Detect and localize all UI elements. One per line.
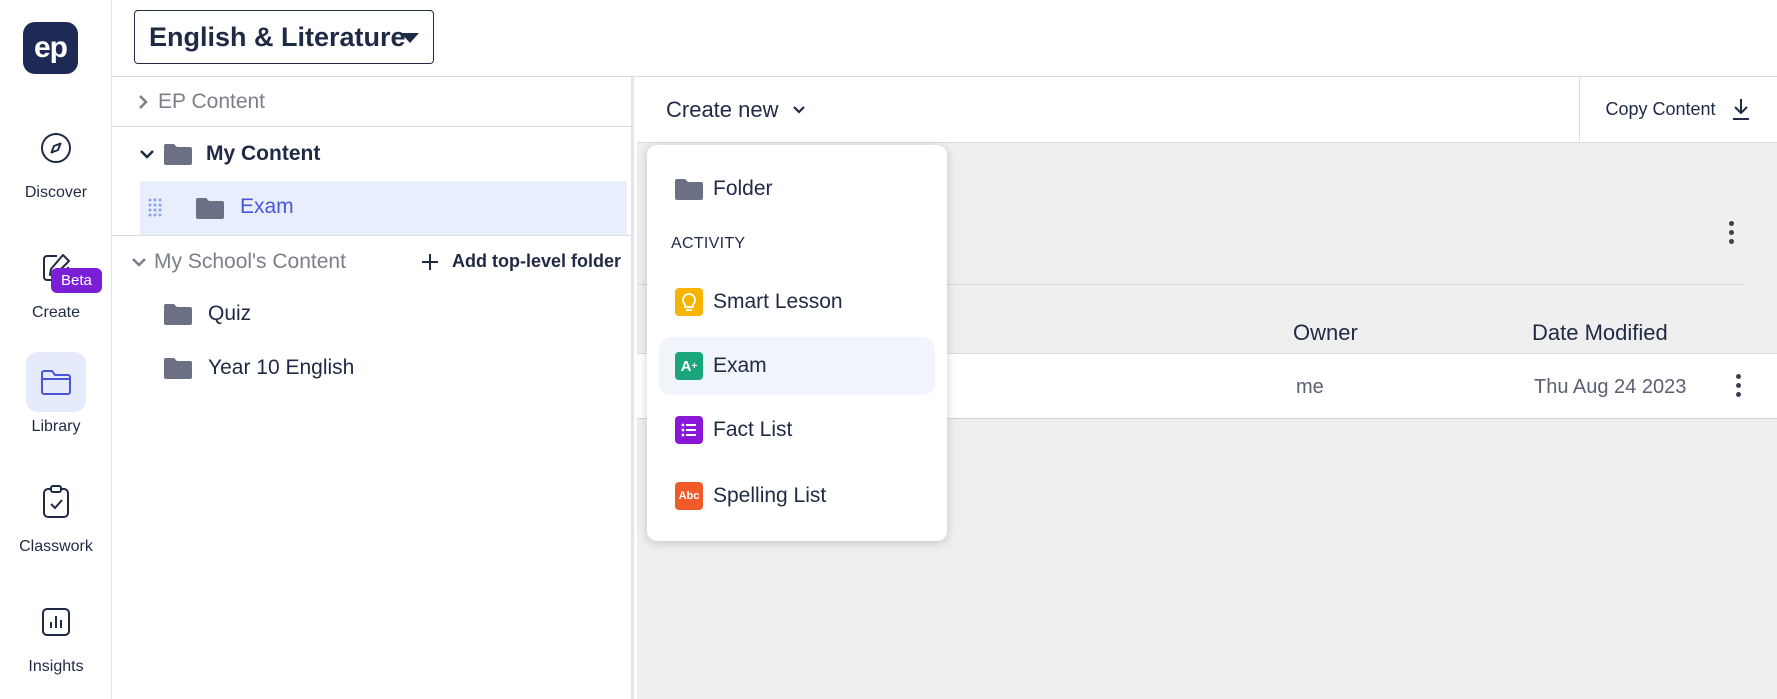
menu-item-fact-list[interactable]: Fact List <box>659 401 935 459</box>
create-new-button[interactable]: Create new <box>666 97 807 123</box>
nav-label-create: Create <box>31 304 81 321</box>
ep-logo[interactable]: ep <box>23 22 78 74</box>
nav-label-library: Library <box>31 418 81 435</box>
folder-icon <box>164 358 192 379</box>
tree-item-year-10-english[interactable]: Year 10 English <box>112 341 631 395</box>
abc-icon: Abc <box>675 482 703 510</box>
nav-item-insights[interactable]: Insights <box>0 592 112 676</box>
folder-icon <box>164 304 192 325</box>
tree-item-my-content[interactable]: My Content <box>112 127 631 181</box>
column-header-owner[interactable]: Owner <box>1293 320 1358 346</box>
tree-label: Year 10 English <box>208 356 355 379</box>
top-bar: English & Literature <box>112 0 1777 77</box>
tree-item-ep-content[interactable]: EP Content <box>112 77 631 127</box>
clipboard-icon <box>26 472 86 532</box>
subject-select[interactable]: English & Literature <box>134 10 434 64</box>
drag-handle-icon[interactable] <box>148 198 162 218</box>
folder-icon <box>26 352 86 412</box>
menu-item-spelling-list[interactable]: Abc Spelling List <box>659 467 935 525</box>
exam-grade-icon: A + <box>675 352 703 380</box>
menu-item-label: Exam <box>713 354 767 377</box>
nav-item-library[interactable]: Library <box>0 352 112 436</box>
menu-item-label: Fact List <box>713 418 793 441</box>
side-navigation: ep Discover Create Beta Library Classwor… <box>0 0 112 699</box>
beta-badge: Beta <box>51 268 102 293</box>
compass-icon <box>26 118 86 178</box>
nav-label-discover: Discover <box>24 184 88 201</box>
lightbulb-icon <box>675 288 703 316</box>
row-owner: me <box>1296 376 1324 398</box>
add-top-level-folder-button[interactable]: Add top-level folder <box>420 251 621 272</box>
create-new-label: Create new <box>666 97 779 122</box>
row-date-modified: Thu Aug 24 2023 <box>1534 376 1687 398</box>
plus-icon <box>421 253 438 270</box>
tree-item-exam[interactable]: Exam <box>140 181 627 235</box>
download-icon <box>1732 99 1749 120</box>
chevron-down-icon <box>132 257 146 267</box>
caret-down-icon <box>401 33 419 43</box>
tree-label: EP Content <box>158 89 266 113</box>
tree-item-my-schools-content[interactable]: My School's Content Add top-level folder <box>112 235 631 287</box>
chevron-right-icon <box>139 94 148 109</box>
nav-item-classwork[interactable]: Classwork <box>0 472 112 556</box>
content-toolbar: Create new Copy Content <box>637 77 1777 143</box>
folder-options-icon[interactable] <box>1726 221 1736 244</box>
chart-icon <box>26 592 86 652</box>
column-header-date-modified[interactable]: Date Modified <box>1532 320 1668 346</box>
menu-item-smart-lesson[interactable]: Smart Lesson <box>659 273 935 331</box>
nav-item-discover[interactable]: Discover <box>0 118 112 202</box>
nav-label-insights: Insights <box>28 658 84 675</box>
create-new-menu: Folder ACTIVITY Smart Lesson A + Exam Fac… <box>647 145 947 541</box>
menu-item-folder[interactable]: Folder <box>659 160 935 218</box>
row-options-icon[interactable] <box>1733 374 1743 397</box>
copy-content-label: Copy Content <box>1605 98 1716 119</box>
menu-item-label: Spelling List <box>713 484 827 507</box>
chevron-down-icon <box>792 106 805 114</box>
menu-item-label: Folder <box>713 177 773 200</box>
tree-label: My Content <box>206 142 321 165</box>
nav-label-classwork: Classwork <box>19 538 93 555</box>
menu-item-label: Smart Lesson <box>713 290 843 313</box>
menu-item-exam[interactable]: A + Exam <box>659 337 935 395</box>
folder-icon <box>164 144 192 165</box>
subject-select-value: English & Literature <box>149 21 406 52</box>
tree-label: Exam <box>240 195 294 218</box>
folder-tree: EP Content My Content Exam My School's C… <box>112 77 634 699</box>
folder-icon <box>675 179 703 200</box>
folder-icon <box>196 198 224 219</box>
add-folder-label: Add top-level folder <box>451 251 621 271</box>
copy-content-button[interactable]: Copy Content <box>1579 77 1777 141</box>
tree-label: My School's Content <box>154 249 346 273</box>
tree-label: Quiz <box>208 302 252 325</box>
menu-section-activity: ACTIVITY <box>671 235 746 252</box>
list-icon <box>675 416 703 444</box>
tree-item-quiz[interactable]: Quiz <box>112 287 631 341</box>
chevron-down-icon <box>140 150 154 159</box>
